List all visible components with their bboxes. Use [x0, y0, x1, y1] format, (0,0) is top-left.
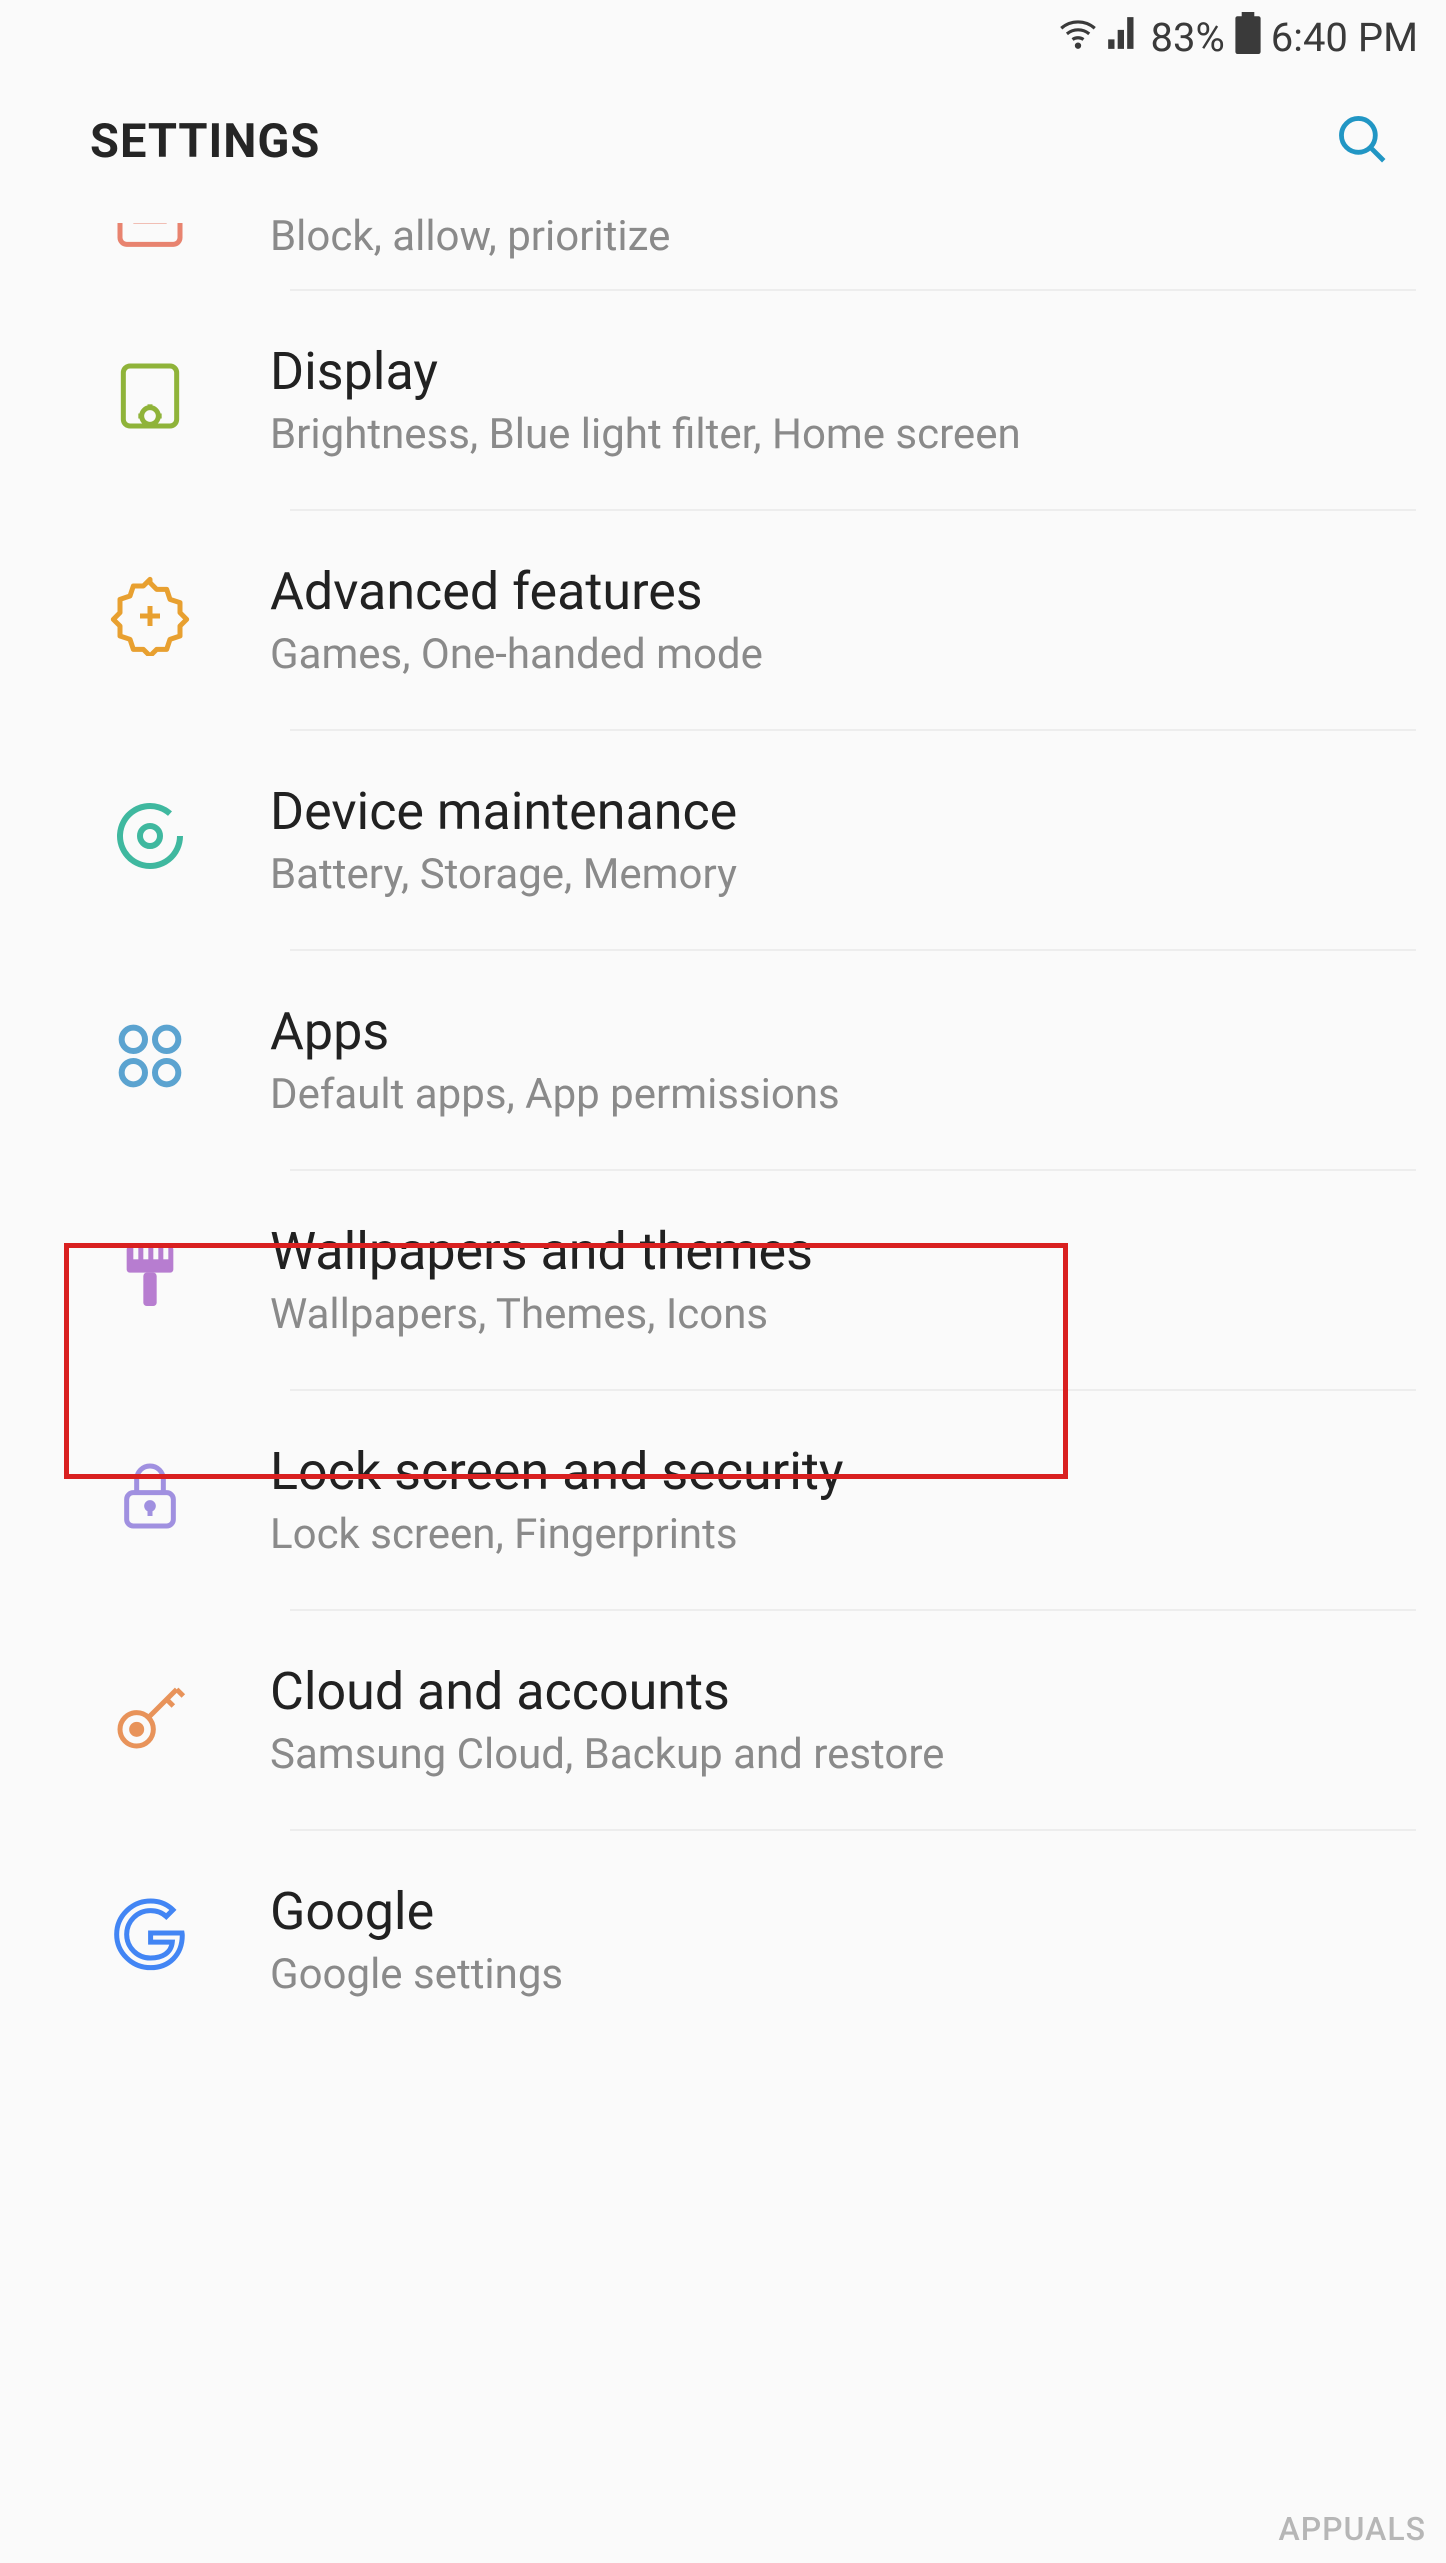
- battery-icon: [1233, 12, 1263, 64]
- setting-subtitle: Battery, Storage, Memory: [270, 850, 1386, 899]
- setting-text: Device maintenance Battery, Storage, Mem…: [270, 781, 1386, 899]
- settings-list: Block, allow, prioritize Display Brightn…: [0, 212, 1446, 2049]
- watermark: APPUALS: [1278, 2510, 1426, 2548]
- setting-subtitle: Google settings: [270, 1950, 1386, 1999]
- setting-item-notifications[interactable]: Block, allow, prioritize: [0, 212, 1446, 289]
- clock-time: 6:40 PM: [1271, 14, 1418, 61]
- signal-icon: [1105, 14, 1143, 62]
- setting-item-device-maintenance[interactable]: Device maintenance Battery, Storage, Mem…: [0, 731, 1446, 949]
- setting-text: Lock screen and security Lock screen, Fi…: [270, 1441, 1386, 1559]
- setting-title: Lock screen and security: [270, 1441, 1386, 1502]
- setting-title: Device maintenance: [270, 781, 1386, 842]
- setting-item-apps[interactable]: Apps Default apps, App permissions: [0, 951, 1446, 1169]
- setting-item-wallpapers[interactable]: Wallpapers and themes Wallpapers, Themes…: [0, 1171, 1446, 1389]
- refresh-icon: [105, 791, 195, 881]
- setting-subtitle: Default apps, App permissions: [270, 1070, 1386, 1119]
- setting-text: Advanced features Games, One-handed mode: [270, 561, 1386, 679]
- search-button[interactable]: [1333, 110, 1391, 172]
- setting-item-google[interactable]: Google Google settings: [0, 1831, 1446, 2049]
- setting-item-display[interactable]: Display Brightness, Blue light filter, H…: [0, 291, 1446, 509]
- wifi-icon: [1059, 14, 1097, 62]
- status-bar: 83% 6:40 PM: [0, 0, 1446, 75]
- setting-subtitle: Lock screen, Fingerprints: [270, 1510, 1386, 1559]
- setting-title: Display: [270, 341, 1386, 402]
- setting-text: Block, allow, prioritize: [270, 212, 1386, 261]
- status-icons: 83% 6:40 PM: [1059, 12, 1418, 64]
- gear-plus-icon: [105, 571, 195, 661]
- setting-title: Google: [270, 1881, 1386, 1942]
- setting-text: Google Google settings: [270, 1881, 1386, 1999]
- setting-text: Wallpapers and themes Wallpapers, Themes…: [270, 1221, 1386, 1339]
- settings-header: SETTINGS: [0, 75, 1446, 212]
- setting-text: Apps Default apps, App permissions: [270, 1001, 1386, 1119]
- setting-text: Cloud and accounts Samsung Cloud, Backup…: [270, 1661, 1386, 1779]
- notifications-icon: [105, 223, 195, 261]
- setting-title: Advanced features: [270, 561, 1386, 622]
- key-icon: [105, 1671, 195, 1761]
- setting-title: Wallpapers and themes: [270, 1221, 1386, 1282]
- setting-subtitle: Brightness, Blue light filter, Home scre…: [270, 410, 1386, 459]
- page-title: SETTINGS: [90, 114, 320, 169]
- setting-item-lock-screen[interactable]: Lock screen and security Lock screen, Fi…: [0, 1391, 1446, 1609]
- setting-subtitle: Samsung Cloud, Backup and restore: [270, 1730, 1386, 1779]
- setting-title: Cloud and accounts: [270, 1661, 1386, 1722]
- apps-icon: [105, 1011, 195, 1101]
- setting-text: Display Brightness, Blue light filter, H…: [270, 341, 1386, 459]
- setting-subtitle: Wallpapers, Themes, Icons: [270, 1290, 1386, 1339]
- setting-item-cloud[interactable]: Cloud and accounts Samsung Cloud, Backup…: [0, 1611, 1446, 1829]
- lock-icon: [105, 1451, 195, 1541]
- setting-subtitle: Games, One-handed mode: [270, 630, 1386, 679]
- google-icon: [105, 1891, 195, 1981]
- setting-subtitle: Block, allow, prioritize: [270, 212, 1386, 261]
- brush-icon: [105, 1231, 195, 1321]
- battery-percent: 83%: [1151, 14, 1225, 61]
- display-icon: [105, 351, 195, 441]
- setting-item-advanced[interactable]: Advanced features Games, One-handed mode: [0, 511, 1446, 729]
- setting-title: Apps: [270, 1001, 1386, 1062]
